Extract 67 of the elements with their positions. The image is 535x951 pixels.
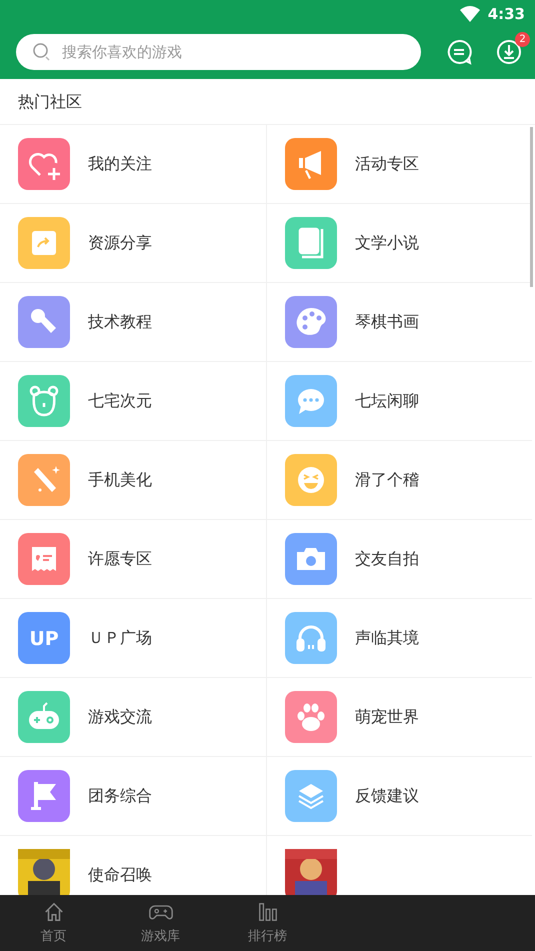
laughing-face-icon xyxy=(285,454,337,506)
search-icon xyxy=(32,42,52,62)
community-item[interactable]: 文学小说 xyxy=(267,204,532,283)
community-name: 滑了个稽 xyxy=(355,470,419,490)
community-name: 许愿专区 xyxy=(88,548,152,570)
ranking-tab[interactable]: 排行榜 xyxy=(214,895,321,951)
status-time: 4:33 xyxy=(488,5,525,23)
community-item[interactable]: 游戏交流 xyxy=(0,678,267,757)
community-item[interactable]: 我的关注 xyxy=(0,125,267,204)
community-item[interactable]: 手机美化 xyxy=(0,441,267,520)
community-item[interactable]: 许愿专区 xyxy=(0,520,267,599)
community-name: 资源分享 xyxy=(88,232,152,254)
community-item[interactable]: 滑了个稽 xyxy=(267,441,532,520)
search-field[interactable]: 搜索你喜欢的游戏 xyxy=(16,34,421,70)
community-name: 活动专区 xyxy=(355,154,419,174)
community-item[interactable]: 反馈建议 xyxy=(267,757,532,836)
community-item[interactable]: 活动专区 xyxy=(267,125,532,204)
community-item[interactable]: 声临其境 xyxy=(267,599,532,678)
community-name: ＵＰ广场 xyxy=(88,628,152,648)
bear-icon xyxy=(18,375,70,427)
section-title: 热门社区 xyxy=(0,79,535,125)
wrench-icon xyxy=(18,296,70,348)
community-name: 技术教程 xyxy=(88,312,152,332)
camera-icon xyxy=(285,533,337,585)
chat-bubble-icon xyxy=(285,375,337,427)
community-item[interactable]: 技术教程 xyxy=(0,283,267,362)
community-name: 团务综合 xyxy=(88,786,152,806)
community-name: 我的关注 xyxy=(88,154,152,174)
community-item[interactable]: UP ＵＰ广场 xyxy=(0,599,267,678)
community-name: 七宅次元 xyxy=(88,390,152,412)
palette-icon xyxy=(285,296,337,348)
ticket-icon xyxy=(18,533,70,585)
community-item[interactable]: 琴棋书画 xyxy=(267,283,532,362)
community-item[interactable]: 资源分享 xyxy=(0,204,267,283)
community-item[interactable]: 交友自拍 xyxy=(267,520,532,599)
download-icon[interactable] xyxy=(496,39,522,65)
community-name: 萌宠世界 xyxy=(355,706,419,728)
megaphone-icon xyxy=(285,138,337,190)
community-name: 七坛闲聊 xyxy=(355,390,419,412)
message-icon[interactable] xyxy=(446,39,472,65)
up-icon: UP xyxy=(18,612,70,664)
heart-plus-icon xyxy=(18,138,70,190)
community-name: 手机美化 xyxy=(88,470,152,490)
community-item[interactable]: 七坛闲聊 xyxy=(267,362,532,441)
community-name: 交友自拍 xyxy=(355,548,419,570)
community-name: 文学小说 xyxy=(355,232,419,254)
community-name: 声临其境 xyxy=(355,628,419,648)
community-name: 使命召唤 xyxy=(88,864,152,886)
community-name: 游戏交流 xyxy=(88,706,152,728)
game-library-tab[interactable]: 游戏库 xyxy=(107,895,214,951)
share-icon xyxy=(18,217,70,269)
layers-icon xyxy=(285,770,337,822)
community-item[interactable]: 团务综合 xyxy=(0,757,267,836)
wifi-icon xyxy=(460,6,480,22)
headphones-icon xyxy=(285,612,337,664)
home-tab[interactable]: 首页 xyxy=(0,895,107,951)
download-count-badge: 2 xyxy=(515,32,530,47)
paw-icon xyxy=(285,691,337,743)
pencil-icon xyxy=(18,454,70,506)
community-name: 反馈建议 xyxy=(355,786,419,806)
book-icon xyxy=(285,217,337,269)
gamepad-icon xyxy=(18,691,70,743)
search-field[interactable]: 搜索你喜欢的游戏 xyxy=(60,42,421,62)
community-item[interactable]: 萌宠世界 xyxy=(267,678,532,757)
flag-icon xyxy=(18,770,70,822)
community-name: 琴棋书画 xyxy=(355,312,419,332)
community-item[interactable]: 七宅次元 xyxy=(0,362,267,441)
